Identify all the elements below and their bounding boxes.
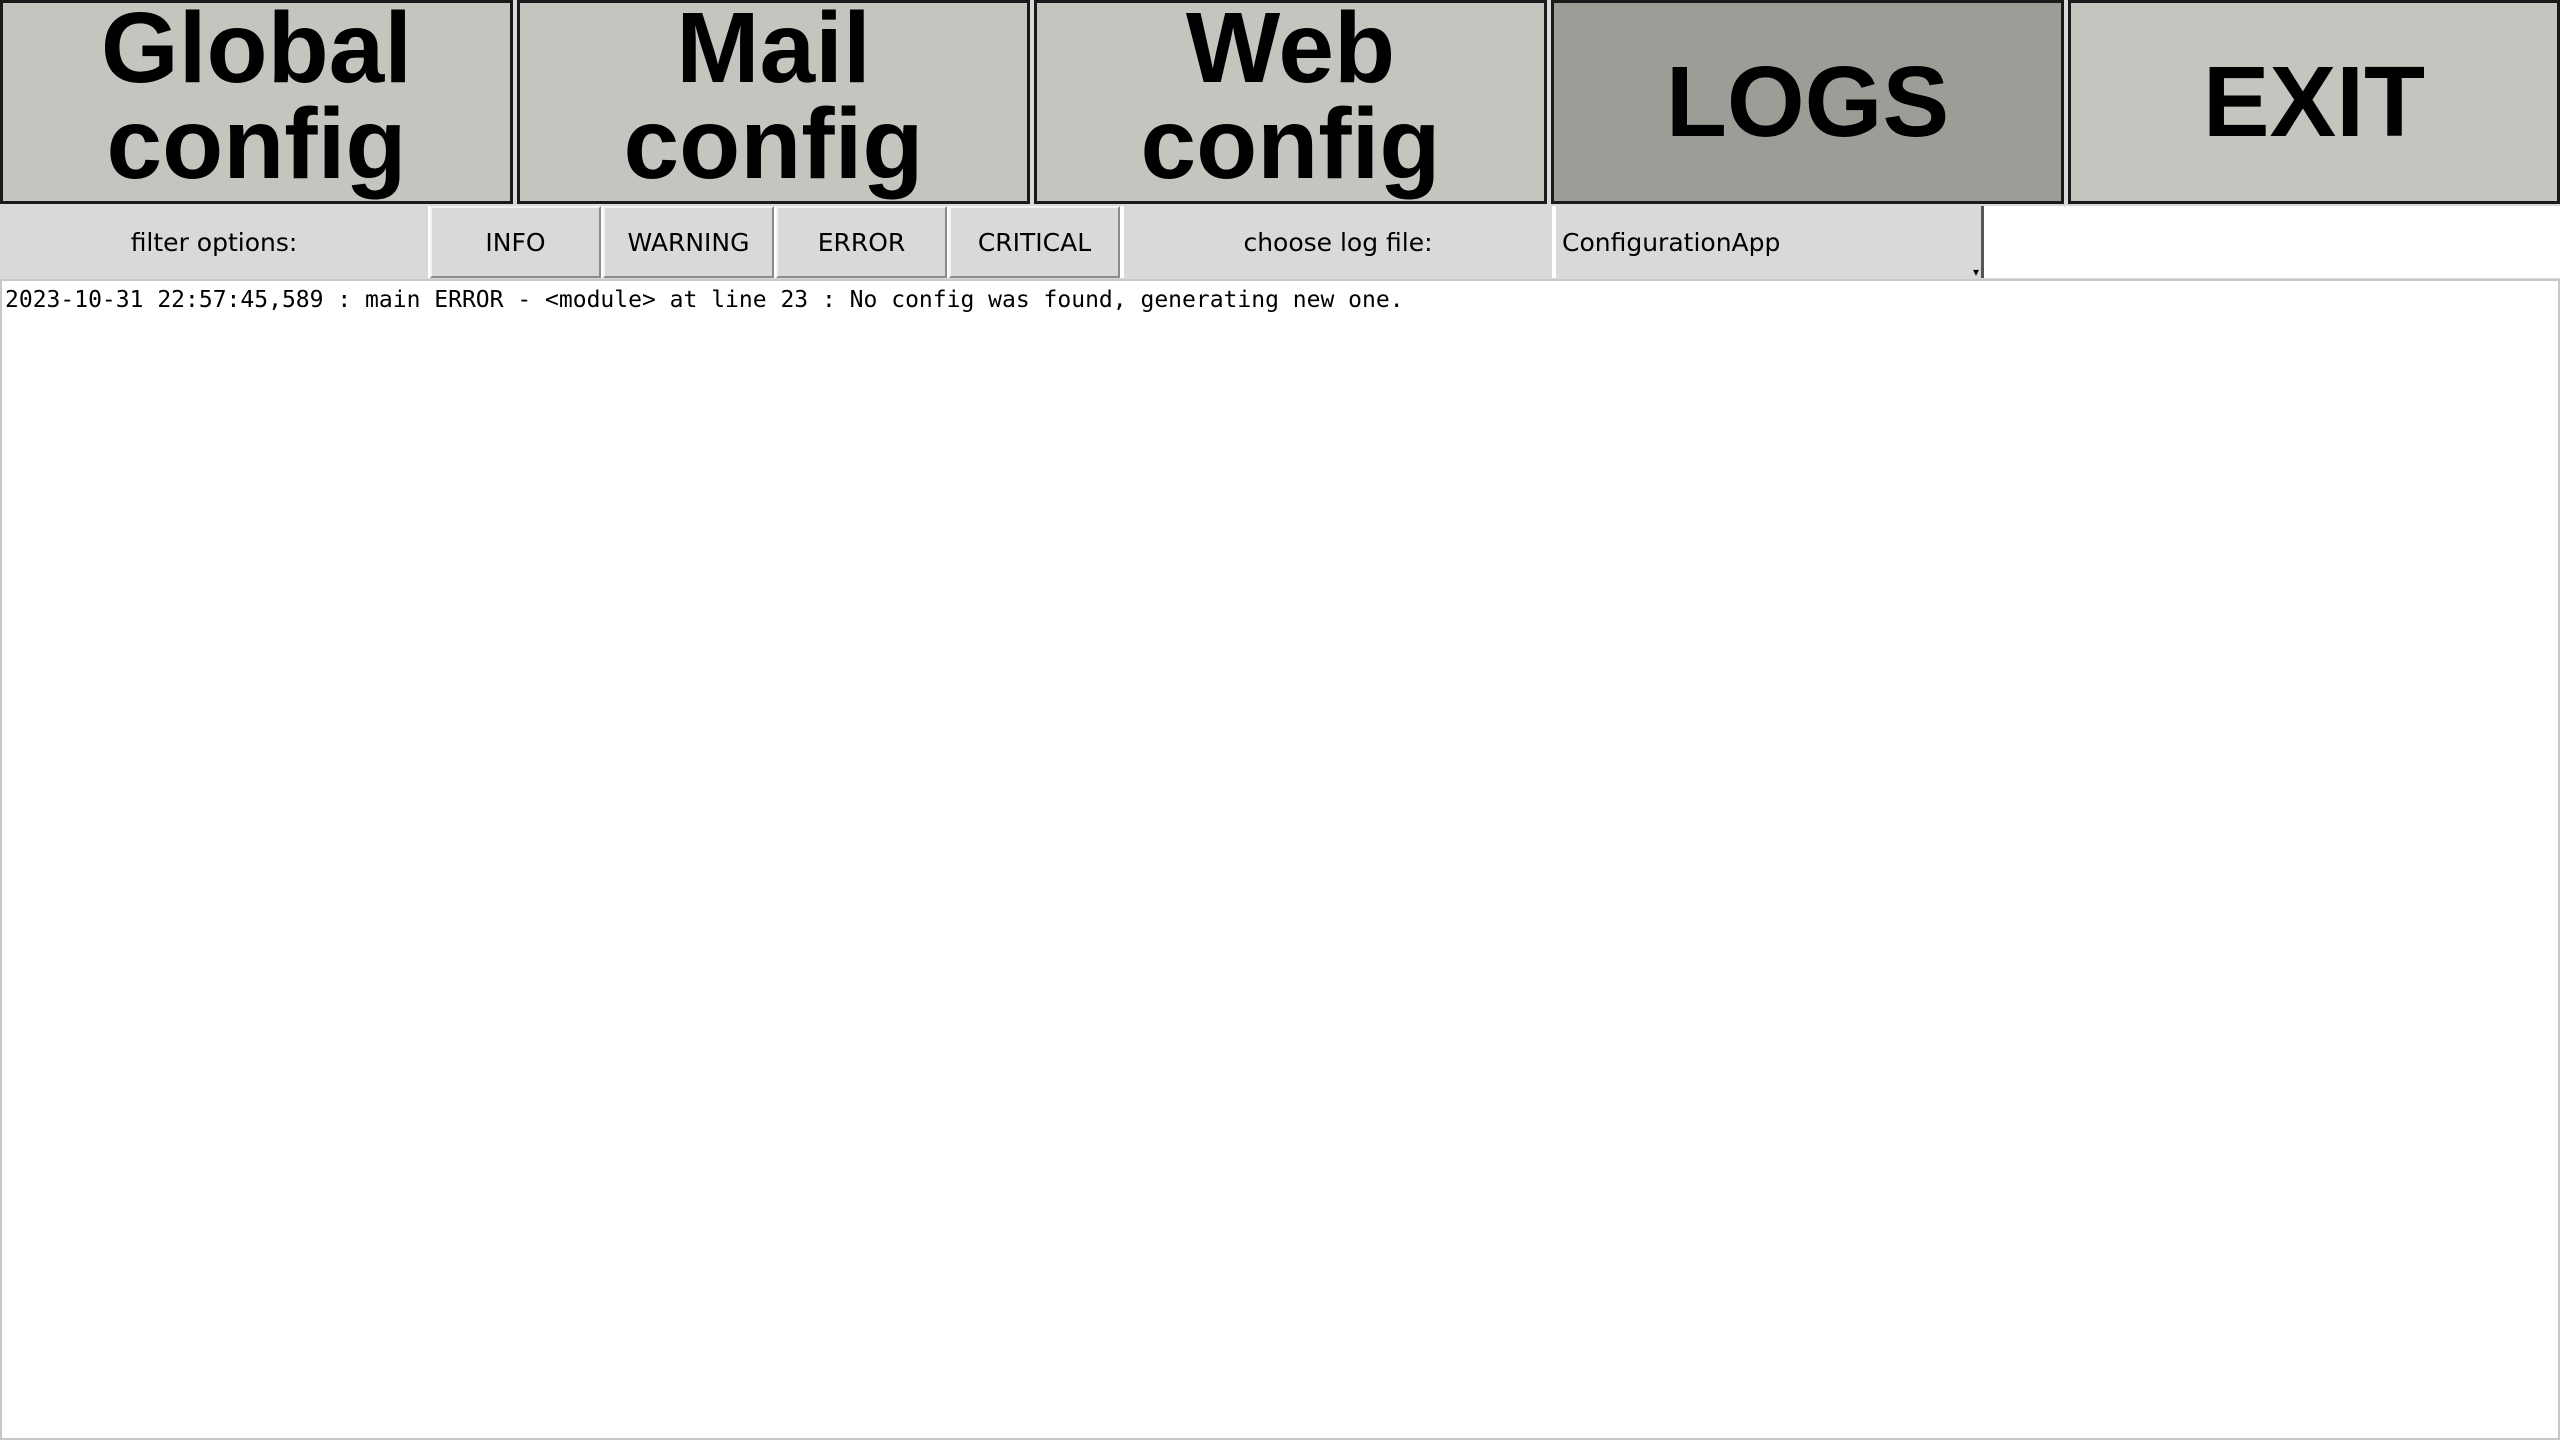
global-config-label: Global config [100, 0, 413, 200]
exit-label: EXIT [2202, 46, 2426, 158]
filter-warning-button[interactable]: WARNING [603, 206, 774, 278]
web-config-label: Web config [1140, 0, 1441, 200]
log-viewer-app: Global config Mail config Web config LOG… [0, 0, 2560, 1440]
mail-config-label: Mail config [623, 0, 924, 200]
filter-error-button[interactable]: ERROR [776, 206, 947, 278]
exit-button[interactable]: EXIT [2068, 0, 2560, 204]
web-config-button[interactable]: Web config [1034, 0, 1547, 204]
mail-config-button[interactable]: Mail config [517, 0, 1030, 204]
global-config-button[interactable]: Global config [0, 0, 513, 204]
filter-critical-button[interactable]: CRITICAL [949, 206, 1120, 278]
filter-info-button[interactable]: INFO [430, 206, 601, 278]
log-file-select[interactable]: ConfigurationApp ▾ [1556, 206, 1984, 278]
logs-button[interactable]: LOGS [1551, 0, 2064, 204]
log-line: 2023-10-31 22:57:45,589 : main ERROR - <… [5, 287, 1404, 313]
log-file-selected-value: ConfigurationApp [1562, 227, 1781, 257]
filter-bar: filter options: INFO WARNING ERROR CRITI… [0, 206, 2560, 278]
filter-options-label: filter options: [0, 206, 428, 278]
logs-label: LOGS [1665, 46, 1950, 158]
choose-log-file-label: choose log file: [1124, 206, 1552, 278]
log-output[interactable]: 2023-10-31 22:57:45,589 : main ERROR - <… [0, 279, 2560, 1440]
chevron-down-icon[interactable]: ▾ [1973, 266, 1979, 278]
